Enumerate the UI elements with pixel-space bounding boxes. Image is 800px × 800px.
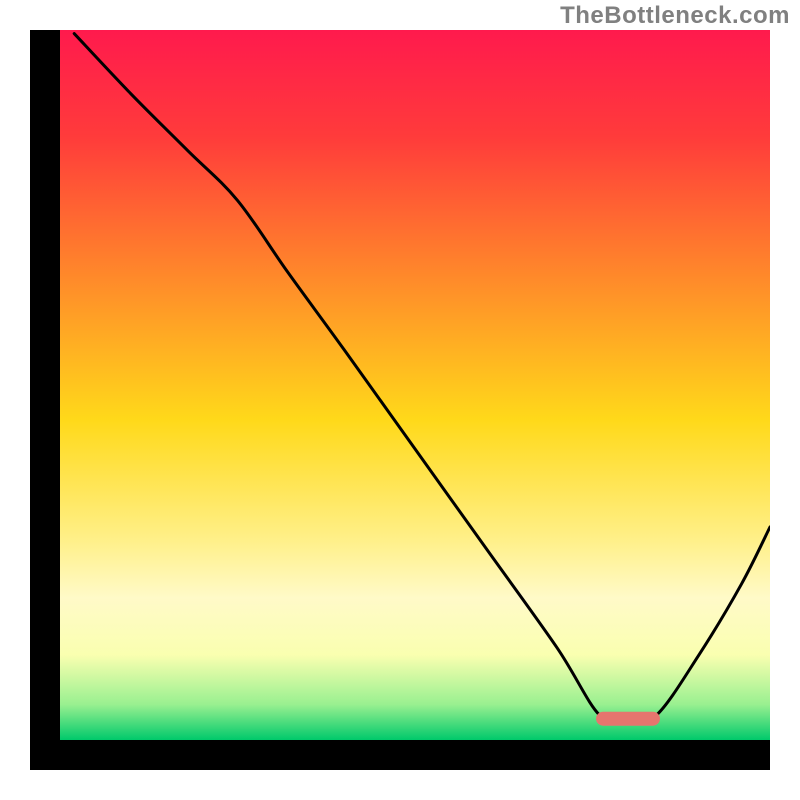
plot-area [30,30,770,770]
gradient-background [60,30,770,740]
y-axis [30,30,60,770]
watermark-text: TheBottleneck.com [560,2,790,30]
chart-svg [30,30,770,770]
optimal-range-marker [596,712,660,726]
chart-container: TheBottleneck.com [0,0,800,800]
x-axis [30,740,770,770]
